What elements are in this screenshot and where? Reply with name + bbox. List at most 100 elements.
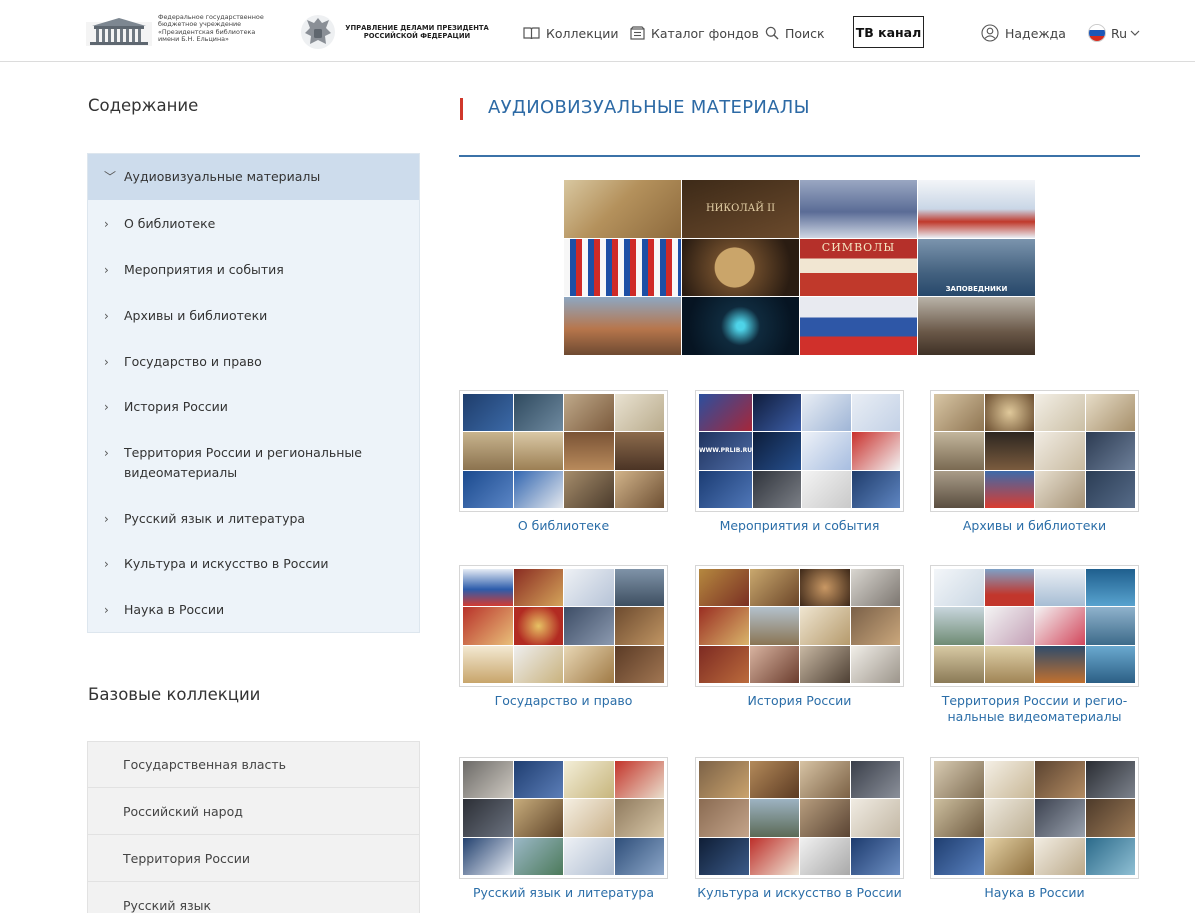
card-thumbnail[interactable] (695, 565, 904, 687)
library-name-line: имени Б.Н. Ельцина» (158, 35, 229, 44)
nav-catalog-label: Каталог фондов (651, 25, 759, 41)
banner-tile: СИМВОЛЫ (800, 238, 917, 297)
language-selector[interactable]: Ru (1088, 24, 1146, 42)
language-label: Ru (1111, 25, 1128, 41)
tv-channel-button[interactable]: ТВ канал (853, 16, 924, 48)
card-caption[interactable]: Русский язык и литература (459, 885, 668, 901)
nav-collections[interactable]: Коллекции (523, 24, 619, 42)
banner-tile (682, 238, 799, 297)
chevron-down-icon: ﹀ (104, 170, 117, 184)
category-card-history[interactable]: История России (695, 565, 904, 709)
category-card-about-library[interactable]: О библиотеке (459, 390, 668, 534)
category-card-culture-art[interactable]: Культура и искусство в России (695, 757, 904, 901)
menu-item-history[interactable]: › История России (88, 397, 419, 417)
base-item-territory[interactable]: Территория России (87, 835, 420, 882)
base-item-russian-people[interactable]: Российский народ (87, 788, 420, 835)
book-icon (523, 27, 540, 40)
chevron-right-icon: › (104, 263, 109, 277)
menu-item-label: Территория России и региональные видеома… (124, 445, 362, 480)
card-caption[interactable]: Культура и искусство в России (695, 885, 904, 901)
catalog-icon (630, 26, 645, 40)
administration-name: УПРАВЛЕНИЕ ДЕЛАМИ ПРЕЗИДЕНТА РОССИЙСКОЙ … (343, 24, 491, 41)
card-thumbnail[interactable] (930, 390, 1139, 512)
card-caption[interactable]: О библиотеке (459, 518, 668, 534)
card-caption[interactable]: Наука в России (930, 885, 1139, 901)
banner-tile (564, 297, 681, 355)
chevron-right-icon: › (104, 446, 109, 460)
search-icon (765, 26, 779, 40)
base-collections-list: Государственная власть Российский народ … (87, 741, 420, 913)
banner-tile (682, 297, 799, 355)
page-title: АУДИОВИЗУАЛЬНЫЕ МАТЕРИАЛЫ (488, 97, 810, 118)
library-building-logo-icon[interactable] (86, 16, 152, 46)
nav-search-label: Поиск (785, 25, 825, 41)
menu-item-label: Мероприятия и события (124, 262, 284, 277)
chevron-right-icon: › (104, 309, 109, 323)
banner-tile (564, 180, 681, 238)
card-caption[interactable]: Территория России и регио-нальные видеом… (930, 693, 1139, 725)
title-divider (459, 155, 1140, 157)
card-caption[interactable]: Государство и право (459, 693, 668, 709)
banner-tile: ЗАПОВЕДНИКИ (918, 238, 1035, 297)
library-name: Федеральное государственное бюджетное уч… (158, 13, 280, 44)
category-card-events[interactable]: WWW.PRLIB.RU Мероприятия и события (695, 390, 904, 534)
banner-tile-label: СИМВОЛЫ (821, 240, 896, 254)
menu-item-territory[interactable]: › Территория России и региональные видео… (88, 443, 419, 483)
banner-tile-label: НИКОЛАЙ II (705, 203, 776, 215)
card-thumbnail[interactable]: WWW.PRLIB.RU (695, 390, 904, 512)
menu-item-label: О библиотеке (124, 216, 216, 231)
nav-user-profile[interactable]: Надежда (981, 24, 1066, 42)
menu-item-language-literature[interactable]: › Русский язык и литература (88, 509, 419, 529)
flag-ru-icon (1088, 24, 1106, 42)
category-card-territory[interactable]: Территория России и регио-нальные видеом… (930, 565, 1139, 725)
contents-heading: Содержание (88, 96, 199, 115)
card-thumbnail[interactable] (695, 757, 904, 879)
chevron-right-icon: › (104, 400, 109, 414)
chevron-right-icon: › (104, 217, 109, 231)
card-thumbnail[interactable] (459, 565, 668, 687)
menu-item-label: Государство и право (124, 354, 262, 369)
category-card-archives[interactable]: Архивы и библиотеки (930, 390, 1139, 534)
menu-item-archives[interactable]: › Архивы и библиотеки (88, 306, 419, 326)
menu-item-science[interactable]: › Наука в России (88, 600, 419, 620)
card-thumbnail[interactable] (930, 565, 1139, 687)
contents-menu: ﹀ Аудиовизуальные материалы › О библиоте… (87, 153, 420, 633)
user-icon (981, 24, 999, 42)
category-card-science[interactable]: Наука в России (930, 757, 1139, 901)
menu-item-events[interactable]: › Мероприятия и события (88, 260, 419, 280)
user-name: Надежда (1005, 25, 1066, 41)
card-caption[interactable]: Мероприятия и события (695, 518, 904, 534)
coat-of-arms-icon[interactable] (298, 12, 338, 52)
site-header: Федеральное государственное бюджетное уч… (0, 0, 1195, 62)
nav-collections-label: Коллекции (546, 25, 619, 41)
menu-item-label: Наука в России (124, 602, 225, 617)
menu-item-state-law[interactable]: › Государство и право (88, 352, 419, 372)
banner-tile-label: ЗАПОВЕДНИКИ (945, 285, 1008, 294)
card-caption[interactable]: История России (695, 693, 904, 709)
card-tile-label: WWW.PRLIB.RU (699, 447, 753, 455)
banner-tile (918, 297, 1035, 355)
card-thumbnail[interactable] (459, 390, 668, 512)
menu-item-label: Культура и искусство в России (124, 556, 329, 571)
base-item-russian-language[interactable]: Русский язык (87, 882, 420, 913)
menu-item-label: Архивы и библиотеки (124, 308, 268, 323)
card-thumbnail[interactable] (930, 757, 1139, 879)
chevron-right-icon: › (104, 512, 109, 526)
banner-tile: НИКОЛАЙ II (682, 180, 799, 238)
card-thumbnail[interactable] (459, 757, 668, 879)
menu-item-culture-art[interactable]: › Культура и искусство в России (88, 554, 419, 574)
chevron-down-icon (1130, 30, 1140, 36)
audiovisual-banner[interactable]: НИКОЛАЙ II СИМВОЛЫ ЗАПОВЕДНИКИ (564, 180, 1035, 355)
nav-search[interactable]: Поиск (765, 24, 825, 42)
menu-item-about-library[interactable]: › О библиотеке (88, 214, 419, 234)
category-card-state-law[interactable]: Государство и право (459, 565, 668, 709)
banner-tile (800, 297, 917, 355)
card-caption[interactable]: Архивы и библиотеки (930, 518, 1139, 534)
category-card-language-literature[interactable]: Русский язык и литература (459, 757, 668, 901)
banner-tile (800, 180, 917, 238)
chevron-right-icon: › (104, 355, 109, 369)
base-item-state-power[interactable]: Государственная власть (87, 741, 420, 788)
nav-catalog[interactable]: Каталог фондов (630, 24, 759, 42)
menu-item-audiovisual[interactable]: ﹀ Аудиовизуальные материалы (88, 154, 419, 200)
administration-line: РОССИЙСКОЙ ФЕДЕРАЦИИ (363, 32, 471, 41)
